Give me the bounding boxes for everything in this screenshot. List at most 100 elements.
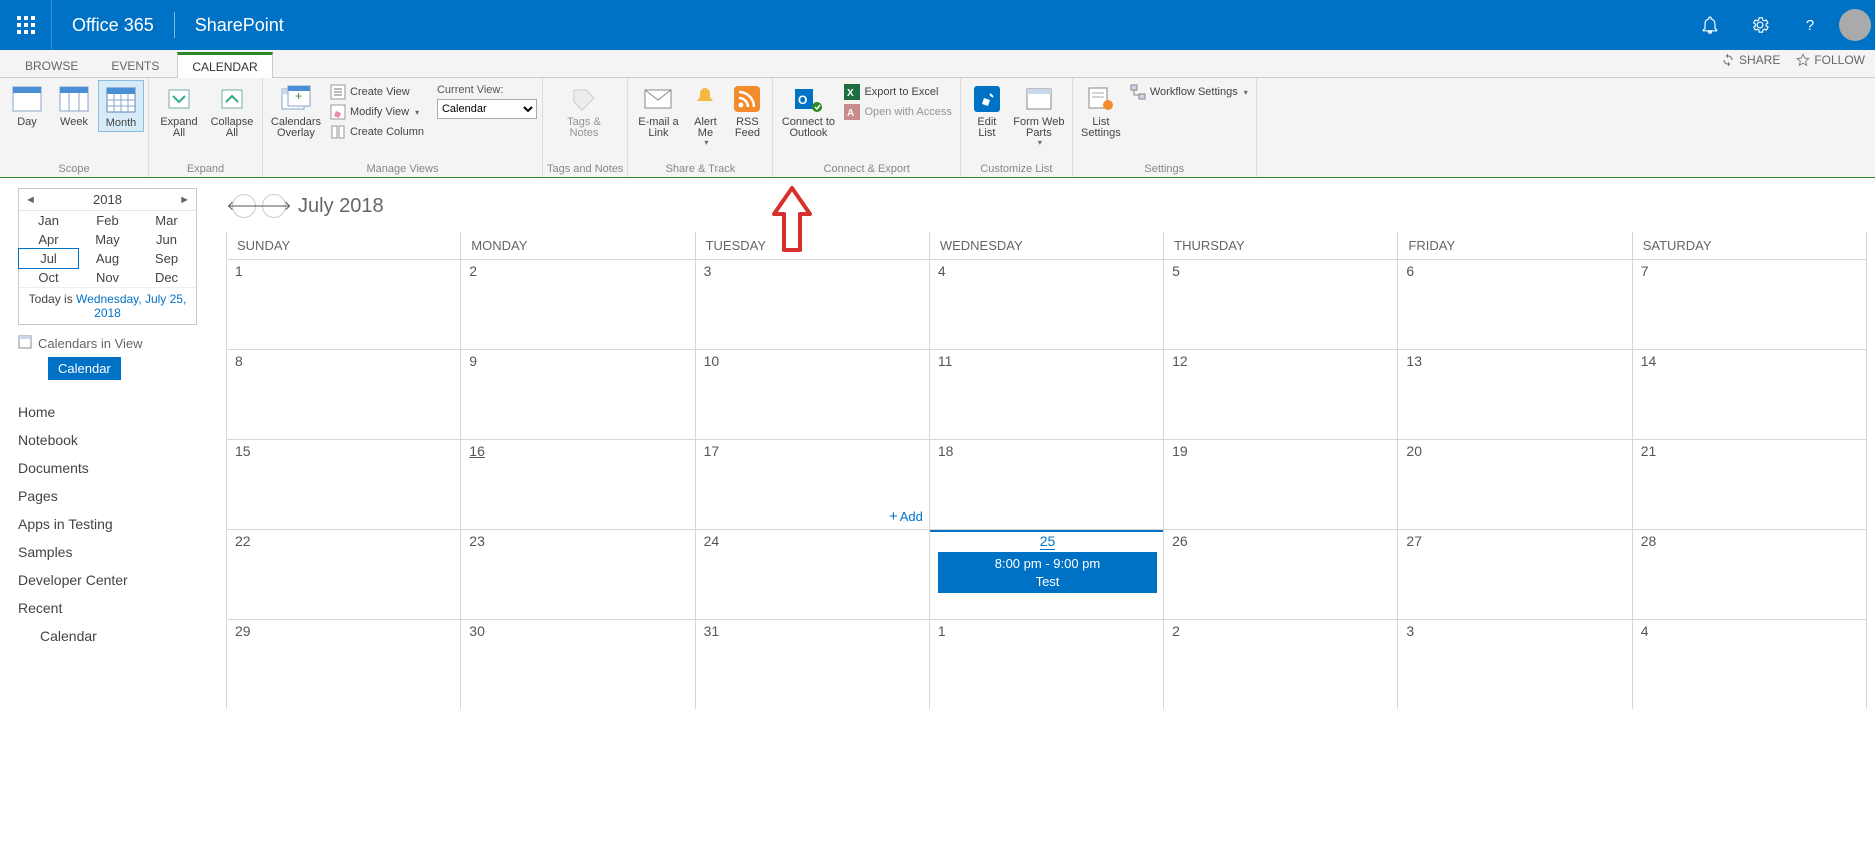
- open-access-button[interactable]: AOpen with Access: [840, 102, 955, 122]
- calendar-cell[interactable]: 21: [1633, 439, 1867, 529]
- calendar-cell[interactable]: 3: [1398, 619, 1632, 709]
- calendar-cell[interactable]: 15: [227, 439, 461, 529]
- help-icon[interactable]: ?: [1785, 0, 1835, 50]
- calendar-cell[interactable]: 1: [227, 259, 461, 349]
- follow-button[interactable]: FOLLOW: [1796, 53, 1865, 67]
- tab-events[interactable]: EVENTS: [96, 53, 174, 77]
- modify-view-button[interactable]: Modify View▾: [326, 102, 428, 122]
- month-sep[interactable]: Sep: [137, 249, 196, 268]
- month-oct[interactable]: Oct: [19, 268, 78, 287]
- sidenav-sub-calendar[interactable]: Calendar: [18, 622, 212, 650]
- expand-all-button[interactable]: Expand All: [153, 80, 205, 141]
- create-column-button[interactable]: Create Column: [326, 122, 428, 142]
- next-month-icon[interactable]: 🡒: [262, 194, 286, 218]
- sidenav-notebook[interactable]: Notebook: [18, 426, 212, 454]
- custom-label: Customize List: [965, 162, 1068, 177]
- tags-notes-button[interactable]: Tags & Notes: [547, 80, 621, 141]
- sidenav-documents[interactable]: Documents: [18, 454, 212, 482]
- sidenav-pages[interactable]: Pages: [18, 482, 212, 510]
- calendar-cell[interactable]: 23: [461, 529, 695, 619]
- connect-outlook-button[interactable]: OConnect to Outlook: [777, 80, 839, 141]
- calendar-cell[interactable]: 13: [1398, 349, 1632, 439]
- calendar-cell[interactable]: 11: [930, 349, 1164, 439]
- month-aug[interactable]: Aug: [78, 249, 137, 268]
- calendar-cell[interactable]: 2: [461, 259, 695, 349]
- month-button[interactable]: Month: [98, 80, 144, 132]
- calendar-cell[interactable]: 7: [1633, 259, 1867, 349]
- calendar-cell[interactable]: 9: [461, 349, 695, 439]
- calendar-badge[interactable]: Calendar: [48, 357, 121, 380]
- sidenav-recent[interactable]: Recent: [18, 594, 212, 622]
- avatar[interactable]: [1839, 9, 1871, 41]
- calendar-cell[interactable]: 1: [930, 619, 1164, 709]
- prev-year-icon[interactable]: ◄: [25, 194, 36, 206]
- calendar-cell[interactable]: 12: [1164, 349, 1398, 439]
- list-settings-button[interactable]: List Settings: [1077, 80, 1125, 141]
- email-link-button[interactable]: E-mail a Link: [632, 80, 684, 141]
- calendar-grid: SUNDAYMONDAYTUESDAYWEDNESDAYTHURSDAYFRID…: [226, 232, 1867, 709]
- calendar-cell[interactable]: 8: [227, 349, 461, 439]
- calendar-cell[interactable]: 258:00 pm - 9:00 pmTest: [930, 529, 1164, 619]
- office365-link[interactable]: Office 365: [52, 0, 174, 50]
- calendar-cell[interactable]: 20: [1398, 439, 1632, 529]
- tab-browse[interactable]: BROWSE: [10, 53, 93, 77]
- month-jan[interactable]: Jan: [19, 211, 78, 230]
- sidenav-samples[interactable]: Samples: [18, 538, 212, 566]
- calendar-cell[interactable]: 5: [1164, 259, 1398, 349]
- calendar-cell[interactable]: 28: [1633, 529, 1867, 619]
- month-jun[interactable]: Jun: [137, 230, 196, 249]
- calendar-cell[interactable]: 24: [696, 529, 930, 619]
- month-dec[interactable]: Dec: [137, 268, 196, 287]
- create-view-button[interactable]: Create View: [326, 82, 428, 102]
- calendar-cell[interactable]: 14: [1633, 349, 1867, 439]
- calendar-cell[interactable]: 2: [1164, 619, 1398, 709]
- calendar-cell[interactable]: 22: [227, 529, 461, 619]
- calendar-cell[interactable]: 26: [1164, 529, 1398, 619]
- calendar-cell[interactable]: 29: [227, 619, 461, 709]
- calendar-cell[interactable]: 3: [696, 259, 930, 349]
- calendar-cell[interactable]: 17+ Add: [696, 439, 930, 529]
- calendar-cell[interactable]: 27: [1398, 529, 1632, 619]
- calendar-cell[interactable]: 19: [1164, 439, 1398, 529]
- add-event-button[interactable]: + Add: [889, 508, 923, 525]
- sidenav-home[interactable]: Home: [18, 398, 212, 426]
- calendar-event[interactable]: 8:00 pm - 9:00 pmTest: [938, 552, 1157, 593]
- view-select[interactable]: Calendar: [437, 99, 537, 119]
- week-button[interactable]: Week: [51, 80, 97, 130]
- notifications-icon[interactable]: [1685, 0, 1735, 50]
- calendars-overlay-button[interactable]: +Calendars Overlay: [267, 80, 325, 141]
- today-link[interactable]: Wednesday, July 25, 2018: [76, 292, 186, 320]
- gear-icon[interactable]: [1735, 0, 1785, 50]
- calendar-cell[interactable]: 4: [1633, 619, 1867, 709]
- calendar-cell[interactable]: 10: [696, 349, 930, 439]
- month-jul[interactable]: Jul: [18, 248, 79, 269]
- calendar-cell[interactable]: 30: [461, 619, 695, 709]
- month-mar[interactable]: Mar: [137, 211, 196, 230]
- app-launcher-icon[interactable]: [0, 0, 52, 50]
- day-header: WEDNESDAY: [930, 232, 1164, 259]
- edit-list-button[interactable]: Edit List: [965, 80, 1009, 141]
- workflow-settings-button[interactable]: Workflow Settings▾: [1126, 82, 1252, 102]
- collapse-all-button[interactable]: Collapse All: [206, 80, 258, 141]
- sync-button[interactable]: SHARE: [1721, 53, 1780, 67]
- calendar-cell[interactable]: 16: [461, 439, 695, 529]
- month-nov[interactable]: Nov: [78, 268, 137, 287]
- month-apr[interactable]: Apr: [19, 230, 78, 249]
- tab-calendar[interactable]: CALENDAR: [177, 52, 272, 78]
- sidenav-developer-center[interactable]: Developer Center: [18, 566, 212, 594]
- day-button[interactable]: Day: [4, 80, 50, 130]
- next-year-icon[interactable]: ►: [179, 194, 190, 206]
- month-feb[interactable]: Feb: [78, 211, 137, 230]
- alert-me-button[interactable]: Alert Me▾: [685, 80, 725, 149]
- calendar-cell[interactable]: 6: [1398, 259, 1632, 349]
- month-may[interactable]: May: [78, 230, 137, 249]
- rss-feed-button[interactable]: RSS Feed: [726, 80, 768, 141]
- calendar-cell[interactable]: 31: [696, 619, 930, 709]
- sharepoint-link[interactable]: SharePoint: [175, 0, 304, 50]
- export-excel-button[interactable]: XExport to Excel: [840, 82, 955, 102]
- sidenav-apps-in-testing[interactable]: Apps in Testing: [18, 510, 212, 538]
- calendar-cell[interactable]: 4: [930, 259, 1164, 349]
- calendar-cell[interactable]: 18: [930, 439, 1164, 529]
- prev-month-icon[interactable]: 🡐: [232, 194, 256, 218]
- form-web-parts-button[interactable]: Form Web Parts▾: [1010, 80, 1068, 149]
